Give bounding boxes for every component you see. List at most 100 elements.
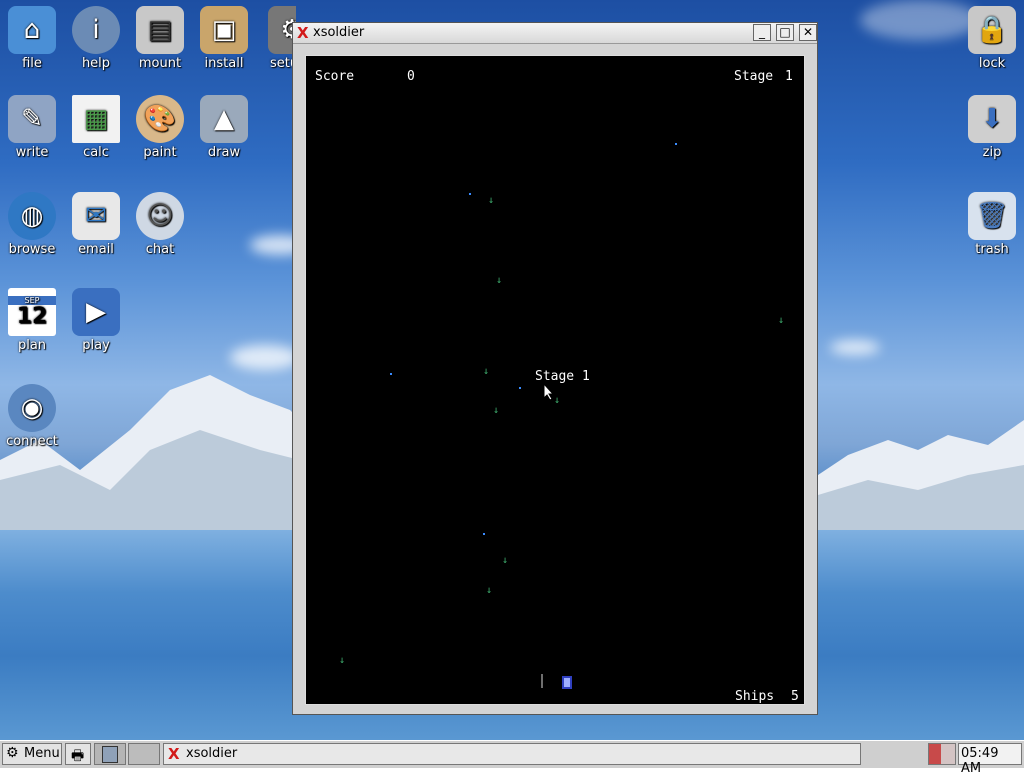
score-value: 0 xyxy=(407,69,415,84)
cloud xyxy=(830,340,880,355)
desktop-icon-trash[interactable]: 🗑 trash xyxy=(960,192,1024,257)
padlock-icon: 🔒 xyxy=(968,6,1016,54)
task-label: xsoldier xyxy=(186,746,238,761)
desktop-icon-label: mount xyxy=(138,56,182,71)
info-icon: i xyxy=(72,6,120,54)
package-icon: ▣ xyxy=(200,6,248,54)
taskbar: ⚙ Menu 🖶 X xsoldier 05:49 AM xyxy=(0,740,1024,776)
spreadsheet-icon: ▦ xyxy=(72,95,120,143)
desktop-icon-label: trash xyxy=(975,242,1009,257)
star xyxy=(483,533,485,535)
desktop-icon-lock[interactable]: 🔒 lock xyxy=(960,6,1024,71)
trash-icon: 🗑 xyxy=(968,192,1016,240)
star xyxy=(469,193,471,195)
game-canvas[interactable]: Score 0 Stage 1 Stage 1 Ships 5 ↓ ↓ ↓ ↓ … xyxy=(305,55,805,705)
taskbar-task-xsoldier[interactable]: X xsoldier xyxy=(163,743,861,765)
window-titlebar[interactable]: X xsoldier _ □ ✕ xyxy=(293,23,817,44)
shapes-icon: ▲ xyxy=(200,95,248,143)
calendar-icon: SEP 12 xyxy=(8,288,56,336)
palette-icon: 🎨 xyxy=(136,95,184,143)
desktop-icon-label: plan xyxy=(17,338,47,353)
workspace-thumbnail xyxy=(102,746,118,763)
desktop-icon-file[interactable]: ⌂ file xyxy=(0,6,64,71)
desktop-icon-label: chat xyxy=(145,242,175,257)
cloud xyxy=(230,345,300,370)
desktop-icon-label: connect xyxy=(6,434,58,449)
enemy-shot: ↓ xyxy=(483,366,490,377)
workspace-1[interactable] xyxy=(94,743,126,765)
stage-label: Stage xyxy=(734,69,774,84)
archive-icon: ⬇ xyxy=(968,95,1016,143)
desktop-icon: 🖶 xyxy=(71,748,85,764)
desktop-icon-paint[interactable]: 🎨 paint xyxy=(128,95,192,160)
xsoldier-app-icon: X xyxy=(297,24,309,42)
desktop-icon-label: lock xyxy=(978,56,1006,71)
player-ship-icon xyxy=(541,674,572,689)
desktop-icon-connect[interactable]: ◉ connect xyxy=(0,384,64,449)
score-label: Score xyxy=(315,69,355,84)
close-button[interactable]: ✕ xyxy=(799,24,817,41)
desktop-icon-label: email xyxy=(78,242,114,257)
desktop-icon-install[interactable]: ▣ install xyxy=(192,6,256,71)
calendar-day: 12 xyxy=(16,303,48,329)
desktop-icon-write[interactable]: ✎ write xyxy=(0,95,64,160)
window-title: xsoldier xyxy=(313,25,365,40)
network-globe-icon: ◉ xyxy=(8,384,56,432)
xsoldier-task-icon: X xyxy=(168,745,180,763)
enemy-shot: ↓ xyxy=(486,585,493,596)
desktop-icon-label: zip xyxy=(982,145,1002,160)
desktop-icon-plan[interactable]: SEP 12 plan xyxy=(0,288,64,353)
desktop-icon-calc[interactable]: ▦ calc xyxy=(64,95,128,160)
desktop-icon-label: write xyxy=(15,145,49,160)
star xyxy=(390,373,392,375)
enemy-shot: ↓ xyxy=(778,315,785,326)
desktop-icon-help[interactable]: i help xyxy=(64,6,128,71)
clock[interactable]: 05:49 AM xyxy=(958,743,1022,776)
desktop-icon-zip[interactable]: ⬇ zip xyxy=(960,95,1024,160)
enemy-shot: ↓ xyxy=(488,195,495,206)
menu-label: Menu xyxy=(24,746,60,761)
desktop-icon-label: play xyxy=(82,338,110,353)
xsoldier-window[interactable]: X xsoldier _ □ ✕ Score 0 Stage 1 Stage 1… xyxy=(292,22,818,715)
globe-icon: ◍ xyxy=(8,192,56,240)
desktop-icon-label: install xyxy=(204,56,244,71)
star xyxy=(519,387,521,389)
desktop-icon-label: help xyxy=(81,56,111,71)
desktop-icon-label: setup xyxy=(270,56,296,71)
desktop-icon-label: browse xyxy=(8,242,56,257)
enemy-shot: ↓ xyxy=(493,405,500,416)
ships-value: 5 xyxy=(791,689,799,704)
mouse-cursor-icon xyxy=(543,383,555,401)
ships-label: Ships xyxy=(735,689,775,704)
envelope-icon: ✉ xyxy=(72,192,120,240)
stage-value: 1 xyxy=(785,69,793,84)
mountain-right xyxy=(818,420,1024,535)
enemy-shot: ↓ xyxy=(502,555,509,566)
chat-bubble-icon: ☺ xyxy=(136,192,184,240)
clock-time: 05:49 AM xyxy=(961,746,999,776)
media-icon: ▶ xyxy=(72,288,120,336)
star xyxy=(675,143,677,145)
desktop-icon-setup[interactable]: ⚙ setup xyxy=(256,6,296,71)
drive-icon: ▤ xyxy=(136,6,184,54)
desktop-icon-browse[interactable]: ◍ browse xyxy=(0,192,64,257)
desktop-icon-label: file xyxy=(22,56,42,71)
desktop-icon-label: paint xyxy=(143,145,177,160)
desktop-icon-label: calc xyxy=(83,145,109,160)
tray-indicator[interactable] xyxy=(928,743,956,765)
home-icon: ⌂ xyxy=(8,6,56,54)
desktop-icon-label: draw xyxy=(207,145,241,160)
stage-announcement: Stage 1 xyxy=(535,369,590,384)
desktop-icon-mount[interactable]: ▤ mount xyxy=(128,6,192,71)
show-desktop-button[interactable]: 🖶 xyxy=(65,743,91,765)
desktop-icon-chat[interactable]: ☺ chat xyxy=(128,192,192,257)
enemy-shot: ↓ xyxy=(339,655,346,666)
maximize-button[interactable]: □ xyxy=(776,24,794,41)
desktop-icon-draw[interactable]: ▲ draw xyxy=(192,95,256,160)
menu-button[interactable]: ⚙ Menu xyxy=(2,743,62,765)
enemy-shot: ↓ xyxy=(496,275,503,286)
desktop-icon-play[interactable]: ▶ play xyxy=(64,288,128,353)
desktop-icon-email[interactable]: ✉ email xyxy=(64,192,128,257)
minimize-button[interactable]: _ xyxy=(753,24,771,41)
workspace-2[interactable] xyxy=(128,743,160,765)
